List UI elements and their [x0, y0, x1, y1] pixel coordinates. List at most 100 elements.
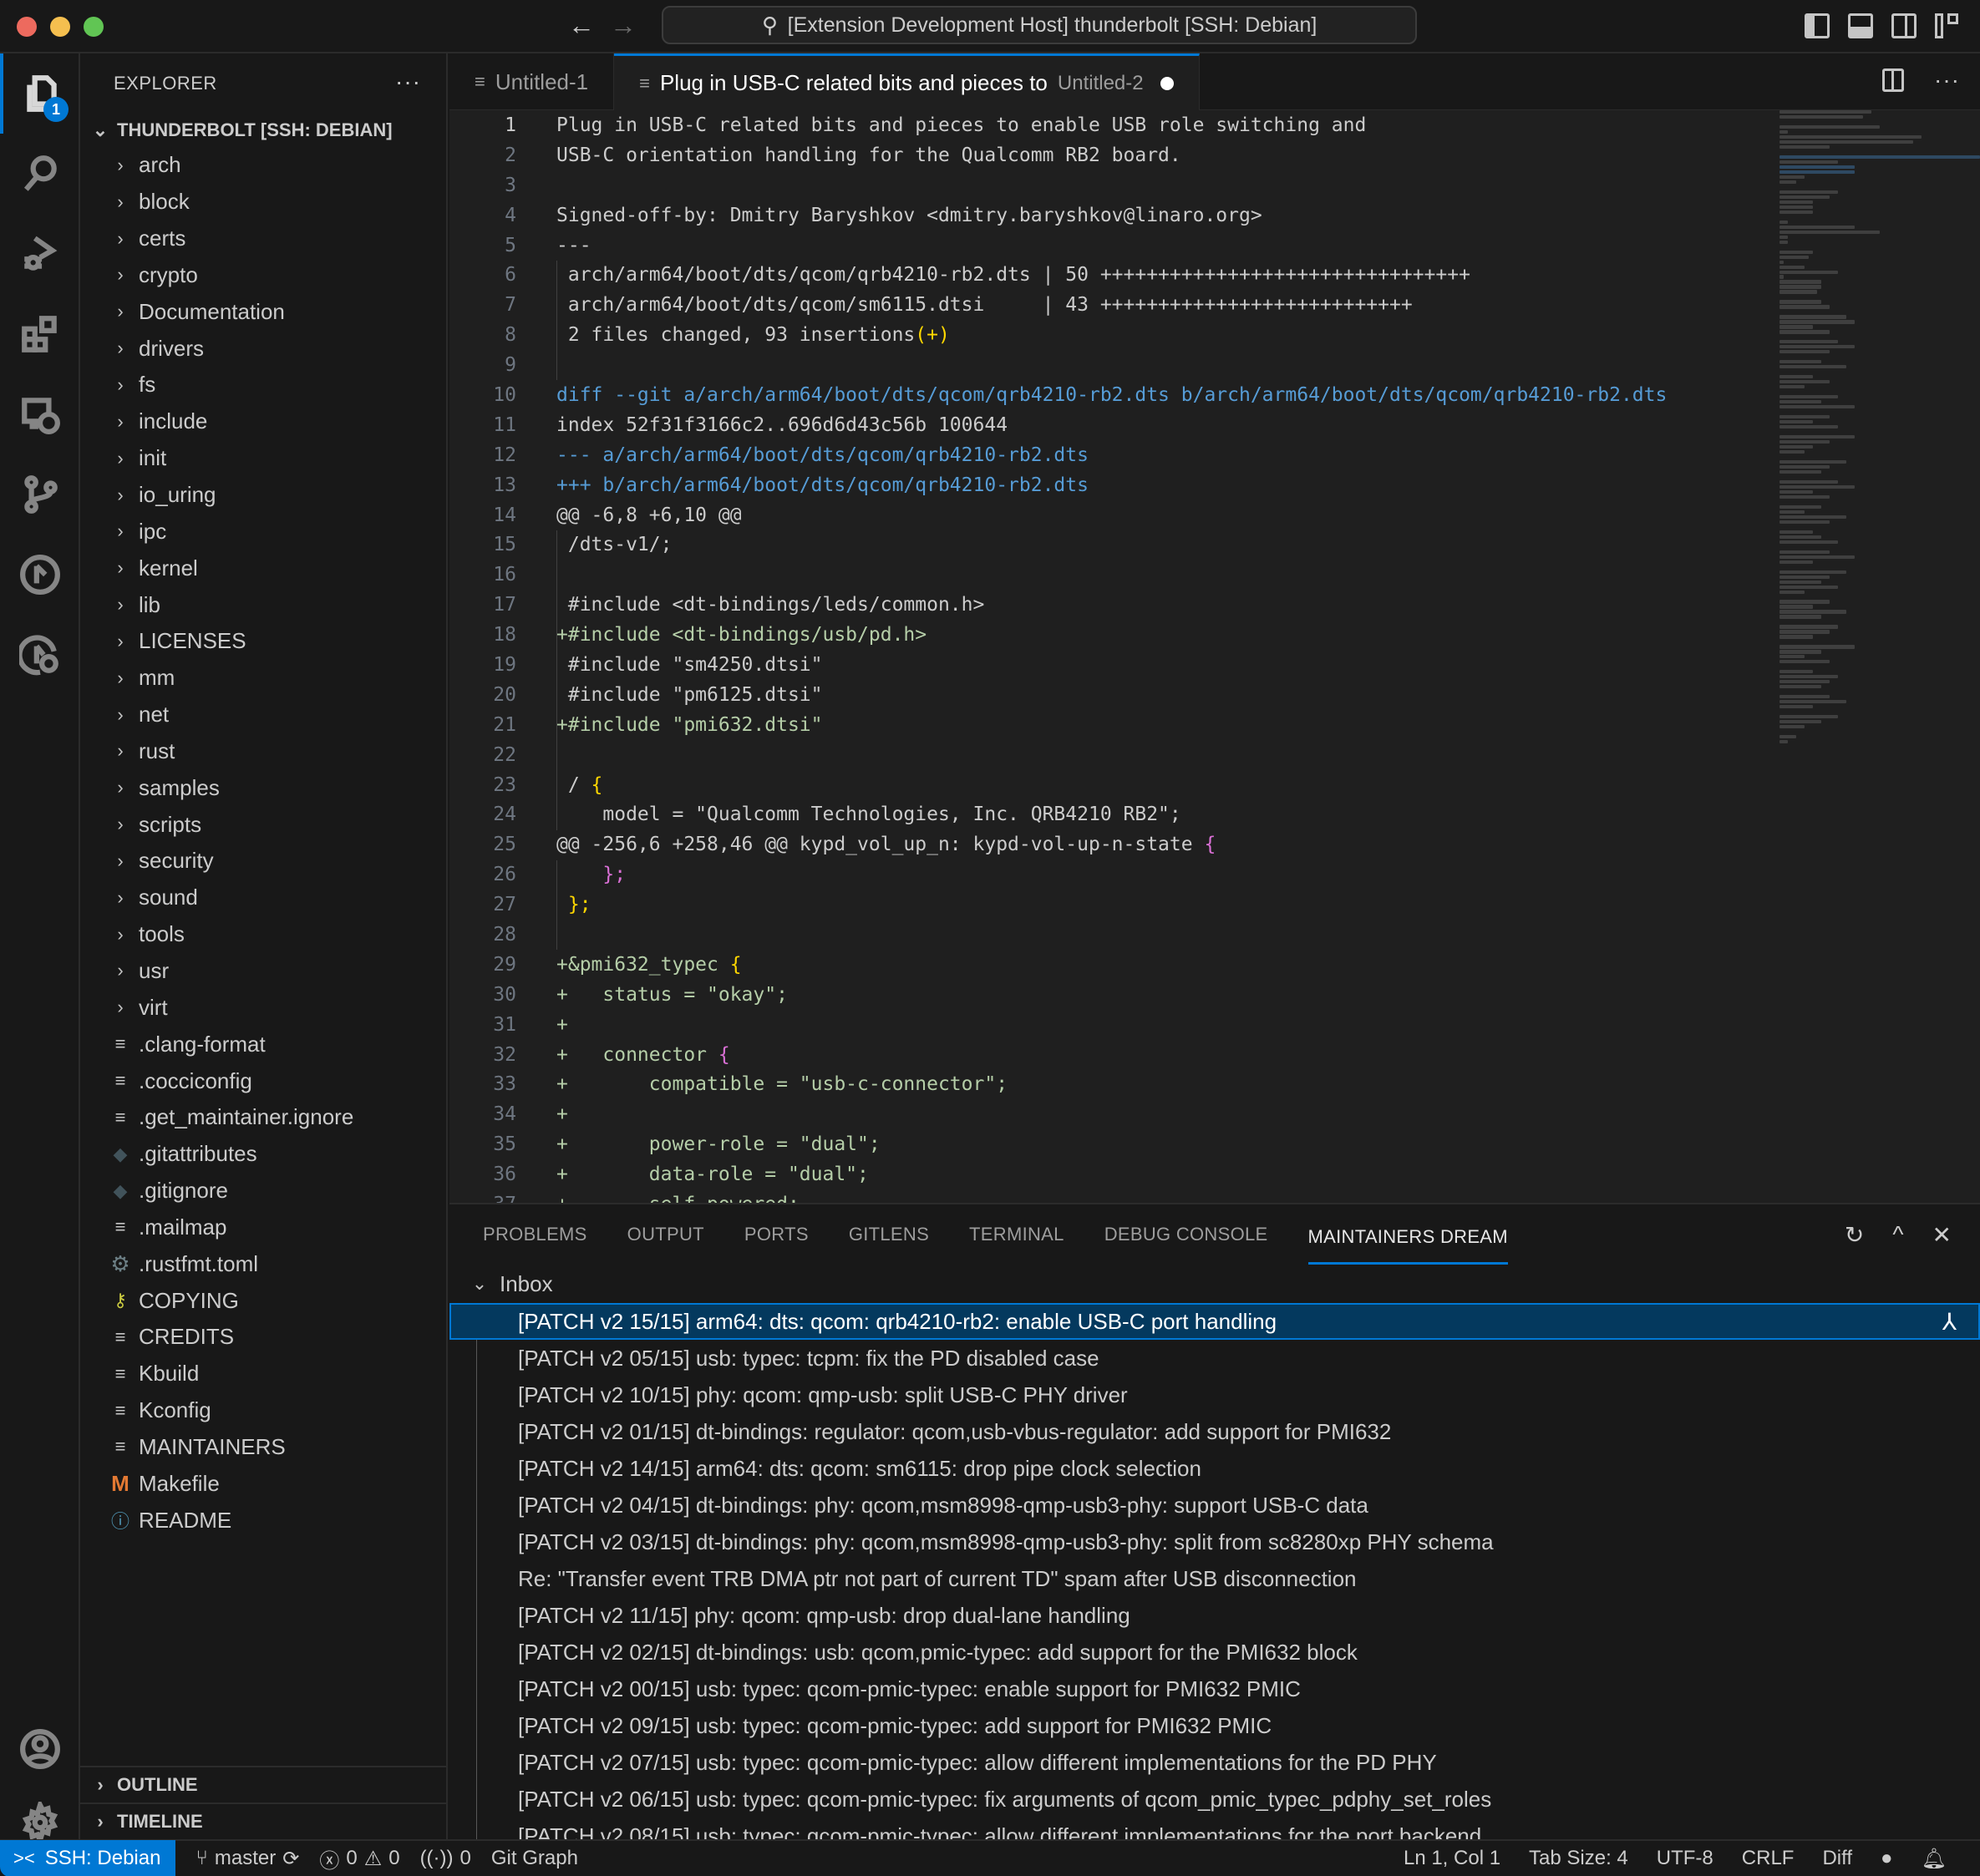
inbox-message[interactable]: Re: "Transfer event TRB DMA ptr not part…: [449, 1560, 1980, 1597]
tree-folder[interactable]: › kernel: [80, 550, 446, 586]
tree-folder[interactable]: › init: [80, 440, 446, 477]
tree-folder[interactable]: › LICENSES: [80, 623, 446, 660]
tree-file[interactable]: ≡ MAINTAINERS: [80, 1429, 446, 1466]
tree-folder[interactable]: › rust: [80, 733, 446, 770]
tree-file[interactable]: ◆ .gitignore: [80, 1173, 446, 1209]
line-ending[interactable]: CRLF: [1742, 1847, 1795, 1870]
tab-size[interactable]: Tab Size: 4: [1529, 1847, 1628, 1870]
activity-remote-explorer[interactable]: [0, 374, 80, 454]
timeline-section[interactable]: › TIMELINE: [80, 1802, 448, 1839]
branch-indicator[interactable]: ⑂ master ⟳: [195, 1847, 299, 1871]
inbox-message[interactable]: [PATCH v2 05/15] usb: typec: tcpm: fix t…: [449, 1340, 1980, 1377]
tree-file[interactable]: ⚙ .rustfmt.toml: [80, 1245, 446, 1282]
activity-accounts[interactable]: [0, 1709, 80, 1789]
tree-file[interactable]: ≡ .cocciconfig: [80, 1062, 446, 1099]
maximize-panel-icon[interactable]: ^: [1892, 1221, 1903, 1249]
panel-tab-debug-console[interactable]: DEBUG CONSOLE: [1104, 1204, 1268, 1265]
toggle-secondary-sidebar-icon[interactable]: [1891, 13, 1917, 38]
tree-folder[interactable]: › tools: [80, 916, 446, 953]
tree-folder[interactable]: › samples: [80, 769, 446, 806]
tree-file[interactable]: ≡ Kconfig: [80, 1392, 446, 1429]
tree-file[interactable]: ⚷ COPYING: [80, 1282, 446, 1319]
panel-tab-gitlens[interactable]: GITLENS: [849, 1204, 929, 1265]
tree-folder[interactable]: › sound: [80, 880, 446, 916]
copilot-icon[interactable]: ●: [1881, 1847, 1893, 1870]
activity-run-debug[interactable]: [0, 214, 80, 294]
tree-folder[interactable]: › usr: [80, 953, 446, 990]
activity-source-control[interactable]: [0, 454, 80, 535]
toggle-panel-icon[interactable]: [1848, 13, 1873, 38]
encoding[interactable]: UTF-8: [1657, 1847, 1713, 1870]
tree-folder[interactable]: › drivers: [80, 330, 446, 367]
inbox-message[interactable]: [PATCH v2 06/15] usb: typec: qcom-pmic-t…: [449, 1781, 1980, 1818]
panel-tab-problems[interactable]: PROBLEMS: [483, 1204, 587, 1265]
forward-arrow-icon[interactable]: →: [610, 10, 637, 41]
tree-file[interactable]: M Makefile: [80, 1465, 446, 1502]
problems-indicator[interactable]: ⓧ 0 ⚠ 0: [319, 1844, 399, 1873]
sync-icon[interactable]: ⟳: [282, 1847, 299, 1871]
apply-patch-icon[interactable]: ⅄: [1942, 1308, 1957, 1336]
tree-folder[interactable]: › net: [80, 697, 446, 733]
activity-gitlens[interactable]: [0, 535, 80, 615]
inbox-message[interactable]: [PATCH v2 02/15] dt-bindings: usb: qcom,…: [449, 1634, 1980, 1671]
refresh-icon[interactable]: ↻: [1845, 1221, 1864, 1249]
tree-folder[interactable]: › arch: [80, 147, 446, 184]
inbox-message[interactable]: [PATCH v2 11/15] phy: qcom: qmp-usb: dro…: [449, 1597, 1980, 1634]
cursor-position[interactable]: Ln 1, Col 1: [1404, 1847, 1500, 1870]
inbox-message[interactable]: [PATCH v2 15/15] arm64: dts: qcom: qrb42…: [449, 1303, 1980, 1340]
toggle-primary-sidebar-icon[interactable]: [1805, 13, 1830, 38]
tree-file[interactable]: ≡ Kbuild: [80, 1356, 446, 1392]
panel-tab-ports[interactable]: PORTS: [744, 1204, 809, 1265]
tree-file[interactable]: ≡ CREDITS: [80, 1319, 446, 1356]
tree-folder[interactable]: › Documentation: [80, 293, 446, 330]
more-actions-icon[interactable]: ···: [395, 68, 421, 95]
inbox-message[interactable]: [PATCH v2 09/15] usb: typec: qcom-pmic-t…: [449, 1707, 1980, 1744]
split-editor-icon[interactable]: [1882, 68, 1905, 92]
tree-file[interactable]: ≡ .get_maintainer.ignore: [80, 1099, 446, 1136]
git-graph-button[interactable]: Git Graph: [491, 1847, 578, 1870]
more-actions-icon[interactable]: ···: [1934, 67, 1960, 94]
panel-tab-terminal[interactable]: TERMINAL: [969, 1204, 1064, 1265]
root-folder[interactable]: ⌄ THUNDERBOLT [SSH: DEBIAN]: [80, 114, 446, 147]
tree-file[interactable]: ≡ .clang-format: [80, 1026, 446, 1062]
tree-file[interactable]: ◆ .gitattributes: [80, 1136, 446, 1173]
tree-file[interactable]: ≡ .mailmap: [80, 1209, 446, 1245]
command-center[interactable]: ⚲ [Extension Development Host] thunderbo…: [662, 6, 1417, 44]
code-editor[interactable]: 1 Plug in USB-C related bits and pieces t…: [449, 110, 1769, 1203]
close-window-button[interactable]: [17, 17, 37, 37]
tree-folder[interactable]: › scripts: [80, 806, 446, 843]
remote-indicator[interactable]: >< SSH: Debian: [0, 1840, 176, 1876]
maximize-window-button[interactable]: [84, 17, 104, 37]
tree-folder[interactable]: › lib: [80, 586, 446, 623]
tree-folder[interactable]: › block: [80, 184, 446, 221]
unsaved-dot-icon[interactable]: [1160, 76, 1174, 90]
activity-gitlens-inspect[interactable]: [0, 615, 80, 695]
back-arrow-icon[interactable]: ←: [568, 10, 595, 41]
inbox-message[interactable]: [PATCH v2 07/15] usb: typec: qcom-pmic-t…: [449, 1744, 1980, 1781]
close-panel-icon[interactable]: ✕: [1932, 1221, 1952, 1249]
inbox-message[interactable]: [PATCH v2 00/15] usb: typec: qcom-pmic-t…: [449, 1671, 1980, 1707]
customize-layout-icon[interactable]: [1935, 13, 1960, 38]
inbox-message[interactable]: [PATCH v2 10/15] phy: qcom: qmp-usb: spl…: [449, 1377, 1980, 1413]
tree-file[interactable]: ⓘ README: [80, 1502, 446, 1539]
inbox-message[interactable]: [PATCH v2 01/15] dt-bindings: regulator:…: [449, 1413, 1980, 1450]
tree-folder[interactable]: › io_uring: [80, 477, 446, 514]
tree-folder[interactable]: › ipc: [80, 513, 446, 550]
tree-folder[interactable]: › virt: [80, 989, 446, 1026]
panel-tab-output[interactable]: OUTPUT: [627, 1204, 704, 1265]
tree-folder[interactable]: › crypto: [80, 257, 446, 294]
tree-folder[interactable]: › fs: [80, 367, 446, 403]
tab-untitled-2[interactable]: ≡ Plug in USB-C related bits and pieces …: [614, 53, 1200, 110]
inbox-message[interactable]: [PATCH v2 04/15] dt-bindings: phy: qcom,…: [449, 1487, 1980, 1524]
activity-extensions[interactable]: [0, 294, 80, 374]
panel-tab-maintainers-dream[interactable]: MAINTAINERS DREAM: [1307, 1218, 1508, 1265]
notifications-bell-icon[interactable]: 🔔︎: [1922, 1847, 1947, 1871]
activity-explorer[interactable]: 1: [0, 53, 80, 134]
tree-folder[interactable]: › mm: [80, 660, 446, 697]
minimize-window-button[interactable]: [50, 17, 70, 37]
activity-search[interactable]: [0, 134, 80, 214]
inbox-message[interactable]: [PATCH v2 14/15] arm64: dts: qcom: sm611…: [449, 1450, 1980, 1487]
minimap[interactable]: [1769, 110, 1980, 1203]
tree-folder[interactable]: › include: [80, 403, 446, 440]
language-mode[interactable]: Diff: [1822, 1847, 1852, 1870]
